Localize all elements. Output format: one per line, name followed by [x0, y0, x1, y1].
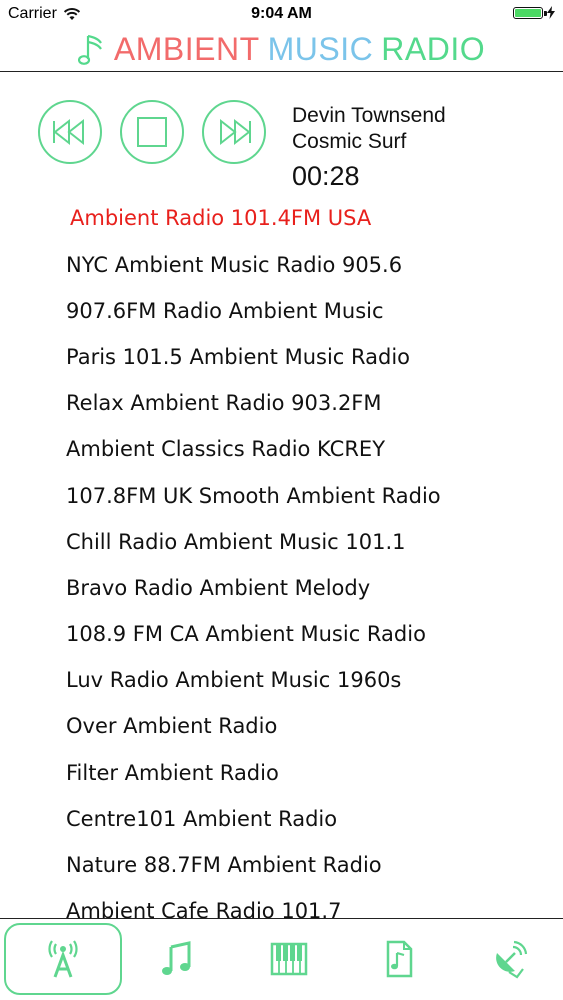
rewind-icon — [53, 118, 84, 146]
artist-name: Devin Townsend — [292, 104, 446, 127]
tab-bar — [0, 918, 563, 1000]
charging-icon — [547, 6, 555, 19]
station-item-active[interactable]: Ambient Radio 101.4FM USA — [70, 206, 371, 230]
battery-level — [515, 8, 541, 17]
tab-radio[interactable] — [4, 923, 122, 995]
station-item[interactable]: NYC Ambient Music Radio 905.6 — [66, 253, 402, 277]
elapsed-time: 00:28 — [292, 161, 360, 191]
stop-icon — [137, 117, 167, 147]
battery-icon — [513, 6, 547, 19]
stop-button[interactable] — [120, 100, 184, 164]
station-item[interactable]: Filter Ambient Radio — [66, 761, 279, 785]
fast-forward-button[interactable] — [202, 100, 266, 164]
station-item[interactable]: Centre101 Ambient Radio — [66, 807, 337, 831]
station-item[interactable]: 907.6FM Radio Ambient Music — [66, 299, 384, 323]
music-note-icon — [162, 941, 191, 975]
tab-music[interactable] — [118, 923, 236, 995]
tab-piano[interactable] — [230, 923, 348, 995]
music-file-icon — [386, 940, 413, 978]
now-playing: Devin Townsend Cosmic Surf 00:28 — [292, 103, 446, 192]
radio-antenna-icon — [48, 940, 78, 978]
music-note-icon — [77, 34, 102, 65]
station-item[interactable]: Bravo Radio Ambient Melody — [66, 576, 370, 600]
status-bar: Carrier 9:04 AM — [0, 0, 563, 30]
status-time: 9:04 AM — [251, 5, 312, 22]
station-item[interactable]: Relax Ambient Radio 903.2FM — [66, 391, 382, 415]
station-item[interactable]: Ambient Cafe Radio 101.7 — [66, 899, 341, 918]
fast-forward-icon — [220, 118, 251, 146]
title-ambient: AMBIENT — [113, 31, 260, 67]
station-item[interactable]: Nature 88.7FM Ambient Radio — [66, 853, 382, 877]
title-music: MUSIC — [267, 31, 374, 67]
station-item[interactable]: Paris 101.5 Ambient Music Radio — [66, 345, 410, 369]
station-item[interactable]: Ambient Classics Radio KCREY — [66, 437, 385, 461]
tab-broadcast[interactable] — [450, 923, 563, 995]
station-list[interactable]: Ambient Radio 101.4FM USA NYC Ambient Mu… — [0, 196, 563, 918]
title-radio: RADIO — [381, 31, 486, 67]
station-item[interactable]: Over Ambient Radio — [66, 714, 277, 738]
piano-keys-icon — [270, 942, 308, 976]
station-item[interactable]: 108.9 FM CA Ambient Music Radio — [66, 622, 426, 646]
station-item[interactable]: Luv Radio Ambient Music 1960s — [66, 668, 401, 692]
track-title: Cosmic Surf — [292, 130, 407, 153]
tab-files[interactable] — [340, 923, 458, 995]
app-header: AMBIENT MUSIC RADIO — [0, 28, 563, 72]
station-item[interactable]: 107.8FM UK Smooth Ambient Radio — [66, 484, 441, 508]
satellite-dish-icon — [496, 940, 528, 979]
status-right — [513, 6, 555, 19]
player-panel: Devin Townsend Cosmic Surf 00:28 — [0, 95, 563, 195]
rewind-button[interactable] — [38, 100, 102, 164]
station-item[interactable]: Chill Radio Ambient Music 101.1 — [66, 530, 406, 554]
